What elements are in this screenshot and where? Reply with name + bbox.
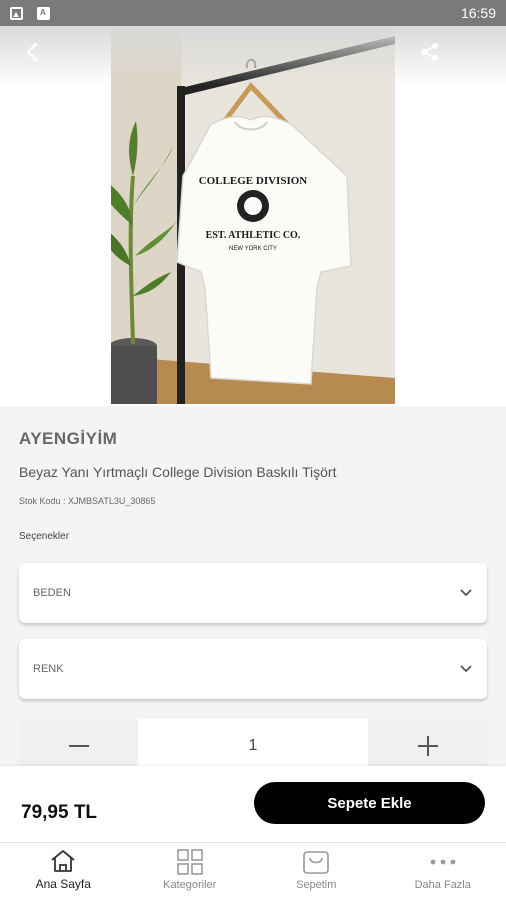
share-button[interactable]	[416, 38, 444, 66]
increase-quantity-button[interactable]	[368, 719, 487, 773]
nav-label-home: Ana Sayfa	[35, 877, 91, 891]
brand-name[interactable]: AYENGİYİM	[19, 429, 117, 449]
add-to-cart-button[interactable]: Sepete Ekle	[254, 782, 485, 824]
shirt-print-line2: EST. ATHLETIC CO.	[206, 230, 301, 241]
shirt-print-line3: NEW YORK CITY	[229, 246, 277, 252]
chevron-down-icon	[460, 589, 472, 597]
quantity-value[interactable]: 1	[138, 719, 368, 773]
minus-icon	[68, 745, 89, 747]
options-heading: Seçenekler	[19, 531, 70, 542]
grid-icon	[176, 849, 203, 875]
chevron-down-icon	[460, 665, 472, 673]
bottom-navigation: Ana Sayfa Kategoriler Sepetim Daha Fazla	[0, 842, 506, 900]
size-select-label: BEDEN	[33, 587, 71, 599]
nav-item-categories[interactable]: Kategoriler	[127, 843, 254, 900]
shirt-print-line1: COLLEGE DIVISION	[199, 175, 308, 187]
add-to-cart-bar: 79,95 TL Sepete Ekle	[0, 766, 506, 842]
product-price: 79,95 TL	[21, 802, 98, 823]
nav-label-more: Daha Fazla	[414, 879, 471, 891]
chevron-left-icon	[26, 42, 38, 62]
product-image-area: COLLEGE DIVISION EST. ATHLETIC CO. NEW Y…	[0, 26, 506, 406]
more-icon	[430, 859, 456, 865]
app-icon	[37, 6, 50, 20]
nav-item-more[interactable]: Daha Fazla	[380, 843, 506, 900]
status-bar: 16:59	[0, 0, 506, 26]
home-icon	[51, 850, 75, 872]
stock-code: Stok Kodu : XJMBSATL3U_30865	[19, 496, 156, 506]
cart-icon	[303, 851, 330, 874]
share-icon	[421, 43, 438, 61]
nav-label-categories: Kategoriler	[163, 879, 217, 891]
nav-item-cart[interactable]: Sepetim	[253, 843, 380, 900]
back-button[interactable]	[18, 38, 46, 66]
size-select[interactable]: BEDEN	[19, 563, 487, 623]
image-icon	[10, 6, 23, 20]
product-title: Beyaz Yanı Yırtmaçlı College Division Ba…	[19, 464, 337, 480]
color-select-label: RENK	[33, 663, 64, 675]
color-select[interactable]: RENK	[19, 639, 487, 699]
nav-label-cart: Sepetim	[296, 879, 337, 891]
status-time: 16:59	[460, 5, 496, 21]
plus-icon	[417, 736, 438, 756]
nav-item-home[interactable]: Ana Sayfa	[0, 843, 127, 900]
decrease-quantity-button[interactable]	[19, 719, 138, 773]
quantity-stepper: 1	[19, 719, 487, 773]
